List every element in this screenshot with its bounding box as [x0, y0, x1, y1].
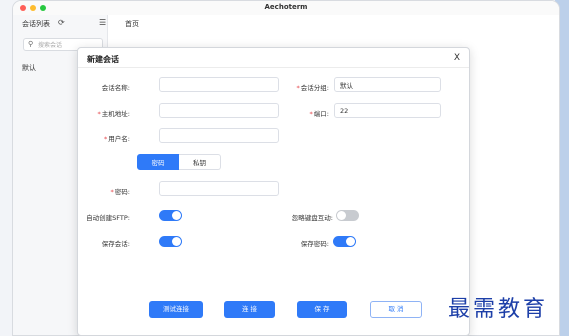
save-session-toggle[interactable] [159, 236, 182, 247]
save-password-toggle[interactable] [333, 236, 356, 247]
toggle-knob [337, 211, 346, 220]
save-session-label: 保存会话: [101, 240, 130, 248]
auth-method-switch: 密码 私钥 [137, 154, 221, 170]
auto-sftp-label: 自动创建SFTP: [86, 214, 130, 222]
ignore-keyboard-toggle[interactable] [336, 210, 359, 221]
toggle-knob [172, 237, 181, 246]
menu-collapse-icon[interactable]: ☰ [99, 18, 106, 27]
password-label: *密码: [110, 188, 130, 196]
new-session-dialog: 新建会话 X 会话名称: *会话分组: *主机地址: *端口: *用户名: 密码… [77, 47, 470, 336]
sidebar-heading: 会话列表 [22, 20, 50, 28]
cancel-button[interactable]: 取 消 [370, 301, 422, 318]
refresh-icon[interactable]: ⟳ [58, 18, 65, 27]
password-input[interactable] [159, 181, 279, 196]
dialog-divider [78, 67, 469, 68]
session-name-input[interactable] [159, 77, 279, 92]
username-input[interactable] [159, 128, 279, 143]
tab-password-auth[interactable]: 密码 [137, 154, 179, 170]
save-button[interactable]: 保 存 [297, 301, 347, 318]
search-icon: ⚲ [28, 40, 34, 48]
toggle-knob [172, 211, 181, 220]
save-password-label: 保存密码: [300, 240, 329, 248]
title-bar: Aechoterm [13, 1, 559, 15]
ignore-keyboard-label: 忽略键盘互动: [291, 214, 333, 222]
session-group-input[interactable] [334, 77, 441, 92]
close-icon[interactable]: X [454, 53, 460, 63]
session-name-label: 会话名称: [101, 84, 130, 92]
sidebar-group-default[interactable]: 默认 [22, 63, 36, 73]
test-connection-button[interactable]: 测试连接 [149, 301, 203, 318]
tab-private-key-auth[interactable]: 私钥 [179, 154, 221, 170]
connect-button[interactable]: 连 接 [224, 301, 275, 318]
port-label: *端口: [309, 110, 329, 118]
dialog-title: 新建会话 [87, 55, 119, 64]
window-title: Aechoterm [264, 3, 308, 11]
host-input[interactable] [159, 103, 279, 118]
port-input[interactable] [334, 103, 441, 118]
host-label: *主机地址: [97, 110, 130, 118]
auto-sftp-toggle[interactable] [159, 210, 182, 221]
tab-home[interactable]: 首页 [117, 16, 147, 34]
session-group-label: *会话分组: [296, 84, 329, 92]
toggle-knob [346, 237, 355, 246]
watermark-text: 最需教育 [448, 297, 549, 322]
username-label: *用户名: [104, 135, 130, 143]
